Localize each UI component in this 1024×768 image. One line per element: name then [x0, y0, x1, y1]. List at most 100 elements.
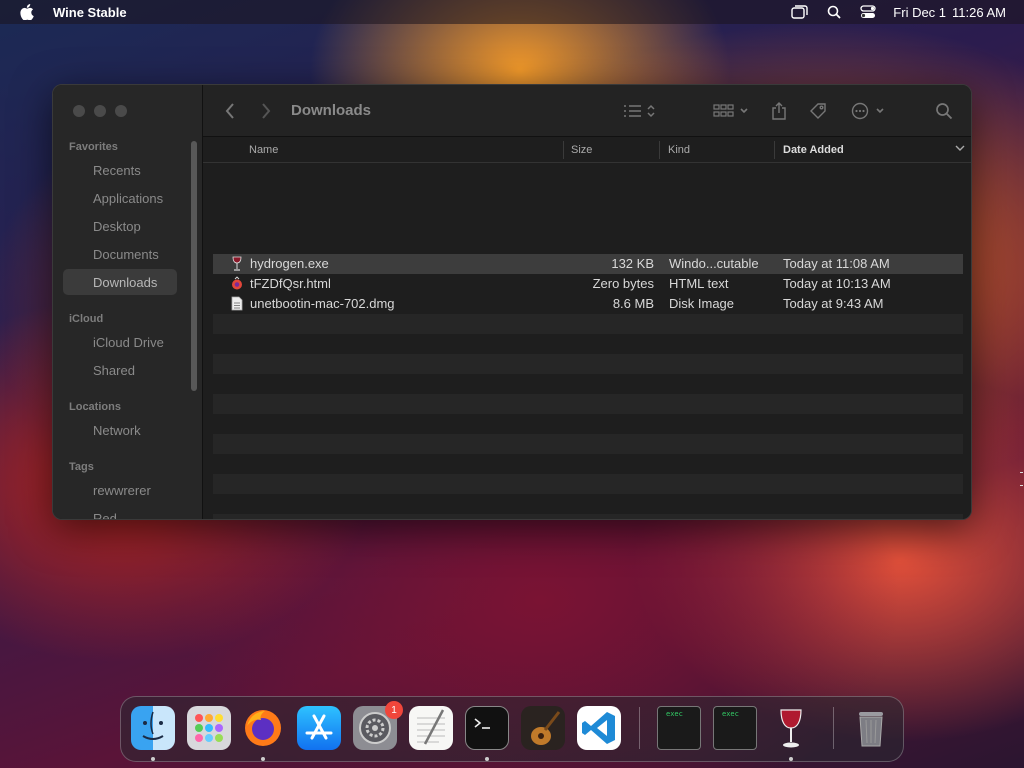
sidebar-section-tags: Tags — [69, 461, 94, 473]
exec-label: exec — [722, 710, 739, 718]
sidebar-section-icloud: iCloud — [69, 313, 104, 325]
terminal-dock-icon[interactable] — [465, 706, 509, 750]
minimize-window-button[interactable] — [94, 105, 106, 117]
share-icon — [772, 102, 786, 120]
empty-row — [213, 354, 963, 374]
file-size: 132 KB — [611, 256, 654, 271]
textedit-dock-icon[interactable] — [409, 706, 453, 750]
wine-glass-icon — [231, 256, 243, 271]
disk-image-icon — [231, 296, 243, 311]
trash-dock-icon[interactable] — [849, 706, 893, 750]
sidebar-item-recents[interactable]: Recents — [63, 157, 177, 183]
launchpad-dock-icon[interactable] — [187, 706, 231, 750]
garageband-dock-icon[interactable] — [521, 706, 565, 750]
exec-label: exec — [666, 710, 683, 718]
file-date-added: Today at 9:43 AM — [783, 296, 884, 311]
menubar-clock[interactable]: Fri Dec 1 11:26 AM — [893, 5, 1006, 20]
finder-window: Favorites Recents Applications Desktop D… — [52, 84, 972, 520]
running-indicator — [261, 757, 265, 761]
sidebar-item-tag-red[interactable]: Red — [63, 505, 177, 520]
sort-chevron-icon[interactable] — [955, 143, 965, 156]
file-name: tFZDfQsr.html — [250, 276, 331, 291]
active-app-name[interactable]: Wine Stable — [53, 5, 127, 20]
sidebar-item-network[interactable]: Network — [63, 417, 177, 443]
file-size: Zero bytes — [592, 276, 654, 291]
chevron-left-icon — [225, 103, 234, 119]
finder-dock-icon[interactable] — [131, 706, 175, 750]
dock-divider — [833, 707, 834, 749]
sidebar-section-locations: Locations — [69, 401, 121, 413]
running-indicator — [789, 757, 793, 761]
empty-row — [213, 434, 963, 454]
finder-toolbar: Downloads — [203, 85, 971, 137]
running-indicator — [485, 757, 489, 761]
sidebar-item-downloads[interactable]: Downloads — [63, 269, 177, 295]
tag-button[interactable] — [809, 101, 829, 121]
file-row-html[interactable]: tFZDfQsr.html Zero bytes HTML text Today… — [213, 274, 963, 294]
notification-badge: 1 — [385, 701, 403, 719]
empty-row — [213, 474, 963, 494]
zoom-window-button[interactable] — [115, 105, 127, 117]
share-button[interactable] — [771, 101, 787, 121]
sidebar-item-desktop[interactable]: Desktop — [63, 213, 177, 239]
sidebar-section-favorites: Favorites — [69, 141, 118, 153]
file-name: hydrogen.exe — [250, 256, 329, 271]
exec-window-dock-icon[interactable]: exec — [657, 706, 701, 750]
file-size: 8.6 MB — [612, 296, 654, 311]
column-divider[interactable] — [774, 141, 775, 159]
file-date-added: Today at 11:08 AM — [783, 256, 890, 271]
empty-row — [213, 314, 963, 334]
file-row-dmg[interactable]: unetbootin-mac-702.dmg 8.6 MB Disk Image… — [213, 294, 963, 314]
back-button[interactable] — [225, 101, 235, 121]
sidebar-scrollbar[interactable] — [191, 141, 197, 391]
empty-row — [213, 514, 963, 519]
app-store-dock-icon[interactable] — [297, 706, 341, 750]
menu-bar: Wine Stable Fri Dec 1 11:26 AM — [0, 0, 1024, 24]
html-file-icon — [231, 276, 243, 291]
file-name: unetbootin-mac-702.dmg — [250, 296, 395, 311]
action-menu-button[interactable] — [851, 101, 887, 121]
sidebar-item-tag-rewwrerer[interactable]: rewwrerer — [63, 477, 177, 503]
list-view-button[interactable] — [623, 101, 659, 121]
text-cursor-icon — [1020, 472, 1023, 486]
window-title: Downloads — [291, 102, 372, 119]
vscode-dock-icon[interactable] — [577, 706, 621, 750]
column-size-header[interactable]: Size — [571, 144, 592, 156]
file-kind: Windo...cutable — [669, 256, 759, 271]
file-date-added: Today at 10:13 AM — [783, 276, 891, 291]
column-divider[interactable] — [563, 141, 564, 159]
file-kind: Disk Image — [669, 296, 735, 311]
search-icon — [936, 103, 953, 120]
list-view-icon — [624, 104, 655, 118]
empty-row — [213, 394, 963, 414]
column-name-header[interactable]: Name — [249, 144, 278, 156]
sidebar-item-documents[interactable]: Documents — [63, 241, 177, 267]
forward-button[interactable] — [261, 101, 271, 121]
search-button[interactable] — [935, 101, 953, 121]
column-kind-header[interactable]: Kind — [668, 144, 690, 156]
running-indicator — [151, 757, 155, 761]
file-row-hydrogen[interactable]: hydrogen.exe 132 KB Windo...cutable Toda… — [213, 254, 963, 274]
control-center-icon[interactable] — [859, 5, 877, 19]
sidebar-item-shared[interactable]: Shared — [63, 357, 177, 383]
close-window-button[interactable] — [73, 105, 85, 117]
sidebar-item-applications[interactable]: Applications — [63, 185, 177, 211]
apple-menu-icon[interactable] — [20, 4, 34, 20]
exec-window-dock-icon[interactable]: exec — [713, 706, 757, 750]
finder-sidebar: Favorites Recents Applications Desktop D… — [53, 85, 203, 519]
column-divider[interactable] — [659, 141, 660, 159]
window-controls — [73, 105, 127, 117]
spotlight-search-icon[interactable] — [825, 5, 843, 19]
wine-dock-icon[interactable] — [769, 706, 813, 750]
chevron-right-icon — [262, 103, 271, 119]
dock-divider — [639, 707, 640, 749]
dock: 1 exec exec — [120, 696, 904, 762]
tag-icon — [810, 103, 826, 119]
column-date-added-header[interactable]: Date Added — [783, 144, 844, 156]
sidebar-item-icloud-drive[interactable]: iCloud Drive — [63, 329, 177, 355]
stage-manager-icon[interactable] — [791, 5, 809, 19]
file-list: Name Size Kind Date Added hydrogen.exe 1… — [203, 137, 971, 519]
clock-time: 11:26 AM — [952, 4, 1006, 20]
firefox-dock-icon[interactable] — [241, 706, 285, 750]
group-view-button[interactable] — [713, 101, 751, 121]
